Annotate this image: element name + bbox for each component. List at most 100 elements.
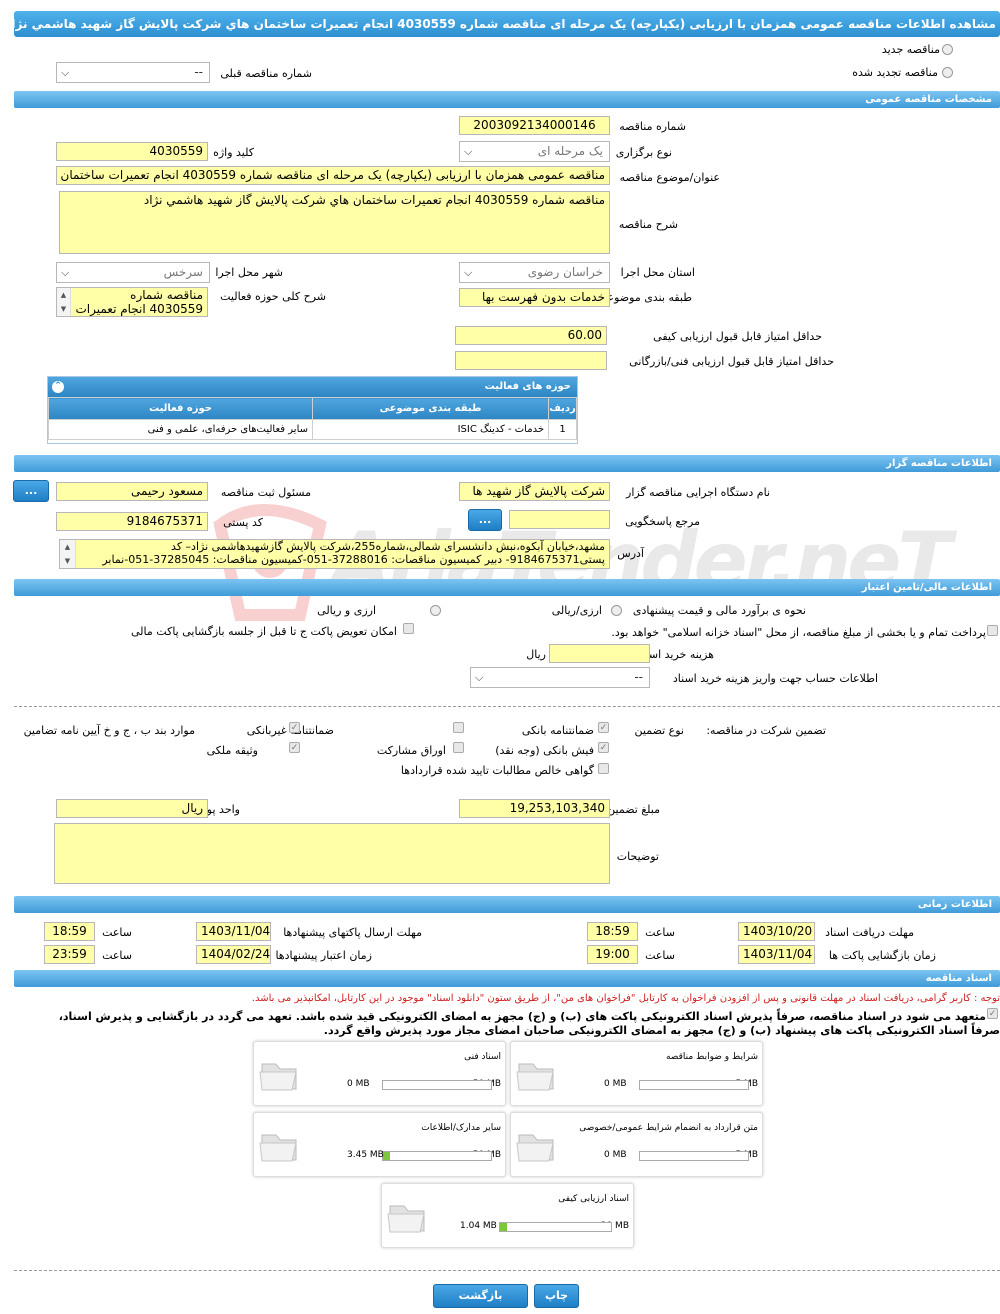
file-usage-bar bbox=[639, 1080, 749, 1090]
account-select[interactable]: -- ⌵ bbox=[470, 667, 650, 688]
folder-icon bbox=[387, 1205, 425, 1233]
min-quality-field[interactable]: 60.00 bbox=[455, 326, 607, 345]
estimate-radio-2[interactable] bbox=[430, 605, 441, 616]
new-tender-option[interactable]: مناقصه جدید bbox=[882, 43, 940, 56]
prev-tender-select[interactable]: -- ⌵ bbox=[56, 62, 210, 83]
doc-receive-label: مهلت دریافت اسناد bbox=[825, 926, 914, 939]
chevron-down-icon: ⌵ bbox=[464, 266, 473, 279]
guarantee-property-checkbox[interactable] bbox=[289, 742, 300, 753]
activity-panel: حوزه های فعالیت ⌃ ردیف طبقه بندی موضوعی … bbox=[47, 376, 578, 444]
city-select[interactable]: سرخس ⌵ bbox=[56, 262, 210, 283]
address-field[interactable]: مشهد،خیابان آبکوه،نبش دانشسرای شمالی،شما… bbox=[59, 539, 610, 569]
file-upload-box[interactable]: سایر مدارک/اطلاعات 50 MB 3.45 MB bbox=[253, 1112, 506, 1177]
time-label: ساعت bbox=[102, 926, 132, 939]
keyword-label: کلید واژه bbox=[213, 146, 254, 159]
doc-receive-time[interactable]: 18:59 bbox=[587, 922, 638, 941]
min-tech-field[interactable] bbox=[455, 351, 607, 370]
back-button[interactable]: بازگشت bbox=[433, 1284, 528, 1308]
guarantee-label: تضمین شرکت در مناقصه: bbox=[706, 724, 826, 737]
renewed-tender-radio[interactable] bbox=[942, 67, 953, 78]
commitment-checkbox[interactable] bbox=[987, 1008, 998, 1019]
divider bbox=[14, 706, 1000, 707]
envelope-swap-checkbox[interactable] bbox=[403, 623, 414, 634]
reference-field[interactable] bbox=[509, 510, 610, 529]
subject-field[interactable]: مناقصه عمومی همزمان با ارزیابی (یکپارچه)… bbox=[56, 166, 610, 185]
city-value: سرخس bbox=[163, 265, 203, 279]
validity-date[interactable]: 1404/02/24 bbox=[196, 945, 271, 964]
doc-fee-field[interactable] bbox=[549, 644, 650, 663]
send-deadline-time[interactable]: 18:59 bbox=[44, 922, 95, 941]
guarantee-amount-field[interactable]: 19,253,103,340 bbox=[459, 799, 610, 818]
section-timing: اطلاعات زمانی bbox=[14, 896, 1000, 913]
guarantee-regulation-checkbox[interactable] bbox=[289, 722, 300, 733]
scope-field[interactable]: مناقصه شماره 4030559 انجام تعمیرات ساختم… bbox=[56, 287, 208, 317]
renewed-tender-label: مناقصه تجدید شده bbox=[852, 66, 938, 79]
section-organizer: اطلاعات مناقصه گزار bbox=[14, 455, 1000, 472]
file-usage-fill bbox=[383, 1152, 391, 1160]
guarantee-bonds-checkbox[interactable] bbox=[453, 742, 464, 753]
validity-time[interactable]: 23:59 bbox=[44, 945, 95, 964]
province-select[interactable]: خراسان رضوی ⌵ bbox=[459, 262, 610, 283]
new-tender-radio[interactable] bbox=[942, 44, 953, 55]
notes-label: توضیحات bbox=[616, 850, 659, 863]
address-line-1: مشهد،خیابان آبکوه،نبش دانشسرای شمالی،شما… bbox=[171, 540, 605, 553]
section-docs: اسناد مناقصه bbox=[14, 970, 1000, 987]
file-upload-box[interactable]: اسناد ارزیابی کیفی 20 MB 1.04 MB bbox=[381, 1183, 634, 1248]
notes-field[interactable] bbox=[54, 823, 610, 884]
registrar-field[interactable]: مسعود رحیمی bbox=[56, 482, 208, 501]
holding-type-select[interactable]: یک مرحله ای ⌵ bbox=[459, 141, 610, 162]
holding-type-label: نوع برگزاری bbox=[615, 146, 672, 159]
send-deadline-date[interactable]: 1403/11/04 bbox=[196, 922, 271, 941]
guarantee-claims-checkbox[interactable] bbox=[598, 763, 609, 774]
opening-date[interactable]: 1403/11/04 bbox=[738, 945, 815, 964]
prev-tender-value: -- bbox=[194, 65, 203, 79]
opening-time[interactable]: 19:00 bbox=[587, 945, 638, 964]
province-label: استان محل اجرا bbox=[620, 266, 695, 279]
holding-type-value: یک مرحله ای bbox=[537, 144, 603, 158]
file-upload-box[interactable]: اسناد فنی 50 MB 0 MB bbox=[253, 1041, 506, 1106]
tender-number-field[interactable]: 2003092134000146 bbox=[459, 116, 610, 135]
description-field[interactable]: مناقصه شماره 4030559 انجام تعمیرات ساختم… bbox=[59, 191, 610, 254]
prev-tender-label: شماره مناقصه قبلی bbox=[220, 67, 312, 80]
column-header: حوزه فعالیت bbox=[48, 397, 313, 420]
file-upload-box[interactable]: متن قرارداد به انضمام شرایط عمومی/خصوصی … bbox=[510, 1112, 763, 1177]
chevron-down-icon: ⌵ bbox=[61, 266, 70, 279]
activity-panel-title: حوزه های فعالیت bbox=[484, 381, 571, 392]
envelope-swap-text: امکان تعویض پاکت ج تا قبل از جلسه بازگشا… bbox=[131, 625, 397, 638]
activity-panel-header: حوزه های فعالیت ⌃ bbox=[48, 377, 577, 397]
org-label: نام دستگاه اجرایی مناقصه گزار bbox=[626, 486, 770, 499]
guarantee-option-property: وثیقه ملکی bbox=[206, 744, 258, 757]
postal-code-field[interactable]: 9184675371 bbox=[56, 512, 208, 531]
doc-receive-date[interactable]: 1403/10/20 bbox=[738, 922, 815, 941]
address-scrollbar[interactable]: ▲ ▼ bbox=[60, 540, 76, 568]
city-label: شهر محل اجرا bbox=[215, 266, 283, 279]
table-row: 1 خدمات - کدینگ ISIC سایر فعالیت‌های حرف… bbox=[48, 419, 577, 440]
opening-label: زمان بازگشایی پاکت ها bbox=[828, 949, 936, 962]
org-field[interactable]: شركت پالايش گاز شهيد ها bbox=[459, 482, 610, 501]
treasury-checkbox[interactable] bbox=[987, 625, 998, 636]
table-cell: خدمات - کدینگ ISIC bbox=[312, 419, 549, 440]
keyword-field[interactable]: 4030559 bbox=[56, 142, 208, 161]
guarantee-cash-checkbox[interactable] bbox=[598, 742, 609, 753]
account-value: -- bbox=[634, 670, 643, 684]
estimate-radio-1[interactable] bbox=[611, 605, 622, 616]
guarantee-bank-checkbox[interactable] bbox=[598, 722, 609, 733]
validity-label: زمان اعتبار پیشنهادها bbox=[275, 949, 372, 962]
renewed-tender-option: مناقصه تجدید شده bbox=[852, 66, 938, 79]
time-label: ساعت bbox=[645, 926, 675, 939]
registrar-lookup-button[interactable]: ... bbox=[13, 480, 49, 502]
file-used-size: 0 MB bbox=[347, 1079, 370, 1089]
currency-field[interactable]: ریال bbox=[56, 799, 208, 818]
file-upload-box[interactable]: شرایط و ضوابط مناقصه 5 MB 0 MB bbox=[510, 1041, 763, 1106]
address-label: آدرس bbox=[617, 547, 644, 560]
scope-label: شرح کلی حوزه فعالیت bbox=[220, 290, 326, 303]
scope-scrollbar[interactable]: ▲ ▼ bbox=[57, 288, 71, 316]
file-name: شرایط و ضوابط مناقصه bbox=[665, 1052, 758, 1062]
guarantee-nonbank-checkbox[interactable] bbox=[453, 722, 464, 733]
guarantee-option-claims: گواهی خالص مطالبات تایید شده قراردادها bbox=[400, 764, 594, 777]
collapse-icon[interactable]: ⌃ bbox=[52, 381, 64, 393]
category-field[interactable]: خدمات بدون فهرست بها bbox=[459, 288, 610, 307]
file-name: اسناد ارزیابی کیفی bbox=[558, 1194, 629, 1204]
print-button[interactable]: چاپ bbox=[534, 1284, 579, 1308]
reference-lookup-button[interactable]: ... bbox=[468, 509, 502, 531]
